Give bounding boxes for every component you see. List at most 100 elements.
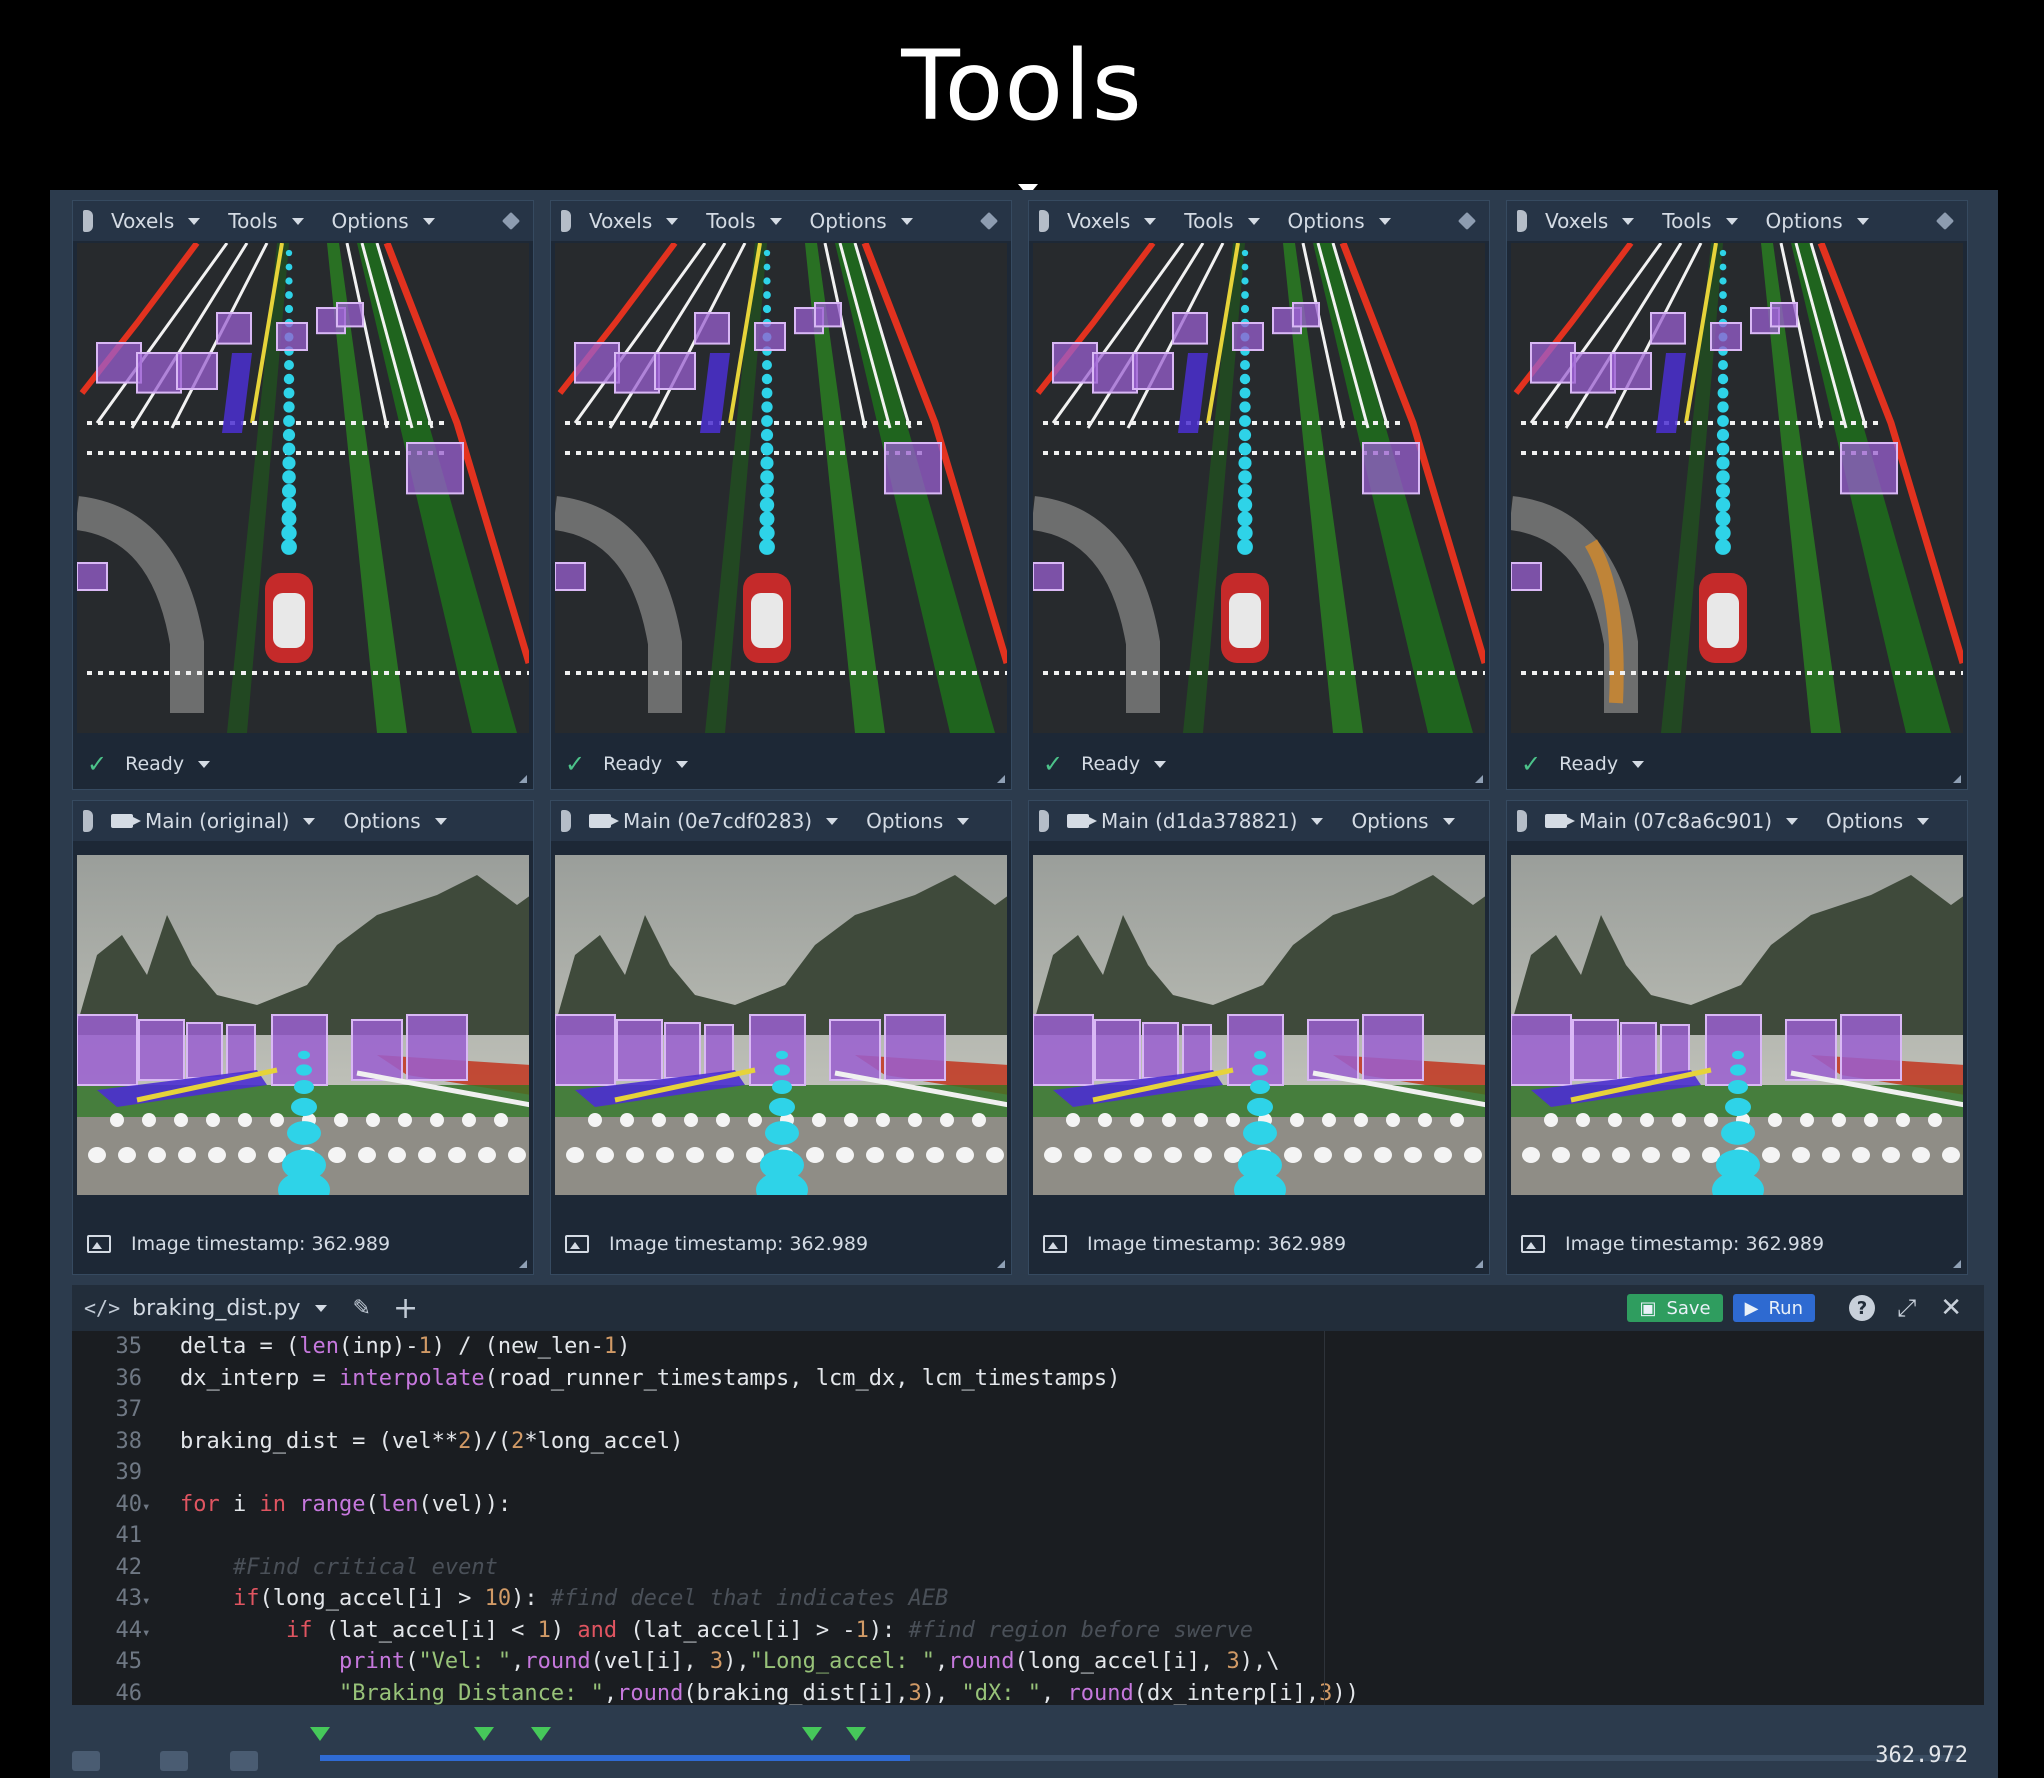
resize-handle-icon[interactable]: [997, 1260, 1005, 1268]
panel-menu-options[interactable]: Options: [1766, 209, 1869, 233]
panel-menu-voxels[interactable]: Voxels: [111, 209, 201, 233]
camera-select[interactable]: Main (original): [111, 809, 316, 833]
resize-handle-icon[interactable]: [519, 775, 527, 783]
event-marker-icon[interactable]: [802, 1727, 822, 1741]
status-label[interactable]: Ready: [603, 753, 662, 775]
drag-handle-icon[interactable]: [1039, 210, 1049, 232]
cube-icon[interactable]: [979, 211, 999, 231]
voxel-view[interactable]: [1033, 243, 1485, 733]
panel-menu-options[interactable]: Options: [343, 809, 447, 833]
trajectory-point: [1237, 539, 1253, 555]
trajectory-point: [769, 1097, 795, 1117]
chevron-down-icon[interactable]: [1632, 760, 1645, 768]
panel-menu-tools[interactable]: Tools: [1662, 209, 1738, 233]
fold-icon[interactable]: ▾: [142, 1492, 154, 1524]
resize-handle-icon[interactable]: [1953, 775, 1961, 783]
camera-view[interactable]: [555, 855, 1007, 1195]
camera-select[interactable]: Main (d1da378821): [1067, 809, 1324, 833]
timeline-edit-button[interactable]: [230, 1751, 258, 1771]
trajectory-point: [762, 304, 772, 314]
voxel-view[interactable]: [77, 243, 529, 733]
ego-car-roof: [1229, 593, 1261, 648]
code-area[interactable]: 35 delta = (len(inp)-1) / (new_len-1) 36 dx…: [72, 1331, 1984, 1705]
drag-handle-icon[interactable]: [1517, 810, 1527, 832]
event-marker-icon[interactable]: [474, 1727, 494, 1741]
chevron-down-icon[interactable]: [314, 1304, 327, 1312]
image-icon: [87, 1235, 111, 1253]
event-marker-icon[interactable]: [310, 1727, 330, 1741]
drag-handle-icon[interactable]: [561, 810, 571, 832]
close-icon[interactable]: ✕: [1940, 1293, 1962, 1323]
resize-handle-icon[interactable]: [1953, 1260, 1961, 1268]
panel-menu-options[interactable]: Options: [1826, 809, 1930, 833]
voxel-view[interactable]: [555, 243, 1007, 733]
chevron-down-icon[interactable]: [676, 760, 689, 768]
drag-handle-icon[interactable]: [83, 810, 93, 832]
fold-icon[interactable]: ▾: [142, 1618, 154, 1650]
panel-menu-tools[interactable]: Tools: [228, 209, 304, 233]
timeline-pause-button[interactable]: [160, 1751, 188, 1771]
expand-icon[interactable]: ⤢: [1897, 1294, 1916, 1322]
marker-dot: [806, 1147, 824, 1163]
drag-handle-icon[interactable]: [561, 210, 571, 232]
plus-icon[interactable]: +: [393, 1291, 418, 1326]
trajectory-point: [282, 456, 296, 470]
run-button[interactable]: ▶ Run: [1732, 1294, 1815, 1322]
trajectory-point: [285, 291, 293, 299]
panel-menu-options[interactable]: Options: [810, 209, 913, 233]
panel-menu-options[interactable]: Options: [1351, 809, 1455, 833]
camera-select-label: Main (07c8a6c901): [1579, 809, 1773, 833]
trajectory-point: [763, 263, 771, 271]
timeline-play-button[interactable]: [72, 1751, 100, 1771]
pencil-icon[interactable]: ✎: [353, 1296, 371, 1321]
panel-menu-voxels[interactable]: Voxels: [1545, 209, 1635, 233]
code-line: 42 #Find critical event: [72, 1552, 1984, 1584]
chevron-down-icon[interactable]: [198, 760, 211, 768]
panel-menu-options[interactable]: Options: [332, 209, 435, 233]
marker-dot: [1404, 1147, 1422, 1163]
panel-menu-voxels[interactable]: Voxels: [1067, 209, 1157, 233]
resize-handle-icon[interactable]: [519, 1260, 527, 1268]
panel-menu-tools[interactable]: Tools: [706, 209, 782, 233]
panel-menu-voxels[interactable]: Voxels: [589, 209, 679, 233]
voxel-view[interactable]: [1511, 243, 1963, 733]
object-box: [574, 342, 620, 384]
chevron-down-icon[interactable]: [1154, 760, 1167, 768]
camera-view[interactable]: [77, 855, 529, 1195]
marker-dot: [238, 1147, 256, 1163]
cube-icon[interactable]: [1457, 211, 1477, 231]
marker-dot: [1928, 1113, 1942, 1127]
help-icon[interactable]: ?: [1849, 1295, 1875, 1321]
panel-menu-tools[interactable]: Tools: [1184, 209, 1260, 233]
drag-handle-icon[interactable]: [1517, 210, 1527, 232]
drag-handle-icon[interactable]: [1039, 810, 1049, 832]
panel-menu-options[interactable]: Options: [1288, 209, 1391, 233]
camera-select[interactable]: Main (07c8a6c901): [1545, 809, 1799, 833]
event-marker-icon[interactable]: [846, 1727, 867, 1741]
fold-icon[interactable]: ▾: [142, 1586, 154, 1618]
camera-icon: [111, 814, 141, 828]
drag-handle-icon[interactable]: [83, 210, 93, 232]
panel-toolbar: Main (original) Options: [73, 801, 533, 841]
trajectory-point: [1715, 511, 1731, 527]
object-box: [1770, 302, 1798, 328]
status-label[interactable]: Ready: [125, 753, 184, 775]
resize-handle-icon[interactable]: [1475, 1260, 1483, 1268]
panel-menu-options[interactable]: Options: [866, 809, 970, 833]
cube-icon[interactable]: [501, 211, 521, 231]
editor-filename[interactable]: braking_dist.py: [132, 1296, 300, 1321]
camera-view[interactable]: [1511, 855, 1963, 1195]
resize-handle-icon[interactable]: [1475, 775, 1483, 783]
marker-dot: [1130, 1113, 1144, 1127]
camera-select[interactable]: Main (0e7cdf0283): [589, 809, 839, 833]
trajectory-point: [1237, 497, 1253, 513]
cube-icon[interactable]: [1935, 211, 1955, 231]
event-marker-icon[interactable]: [531, 1727, 552, 1741]
status-label[interactable]: Ready: [1081, 753, 1140, 775]
camera-view[interactable]: [1033, 855, 1485, 1195]
panel-status-bar: Image timestamp: 362.989: [1507, 1214, 1967, 1274]
status-label[interactable]: Ready: [1559, 753, 1618, 775]
save-button[interactable]: ▣ Save: [1627, 1294, 1723, 1322]
timeline-track[interactable]: [320, 1755, 1960, 1761]
resize-handle-icon[interactable]: [997, 775, 1005, 783]
